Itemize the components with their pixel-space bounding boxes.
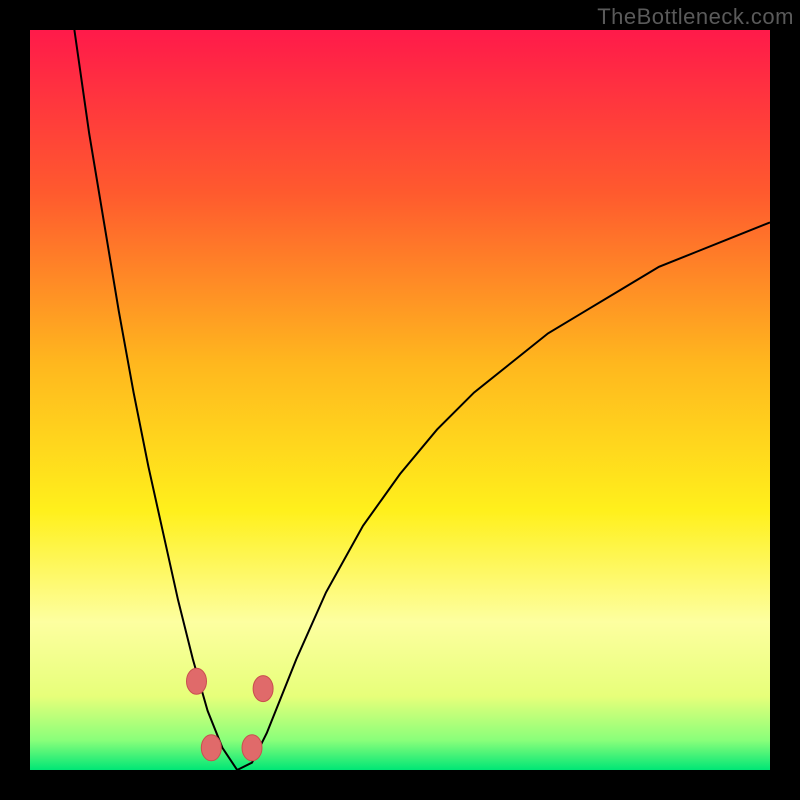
curve-marker [187,668,207,694]
plot-area [30,30,770,770]
watermark-text: TheBottleneck.com [597,4,794,30]
plot-svg [30,30,770,770]
curve-marker [253,676,273,702]
chart-frame: TheBottleneck.com [0,0,800,800]
curve-marker [242,735,262,761]
curve-marker [201,735,221,761]
gradient-background [30,30,770,770]
